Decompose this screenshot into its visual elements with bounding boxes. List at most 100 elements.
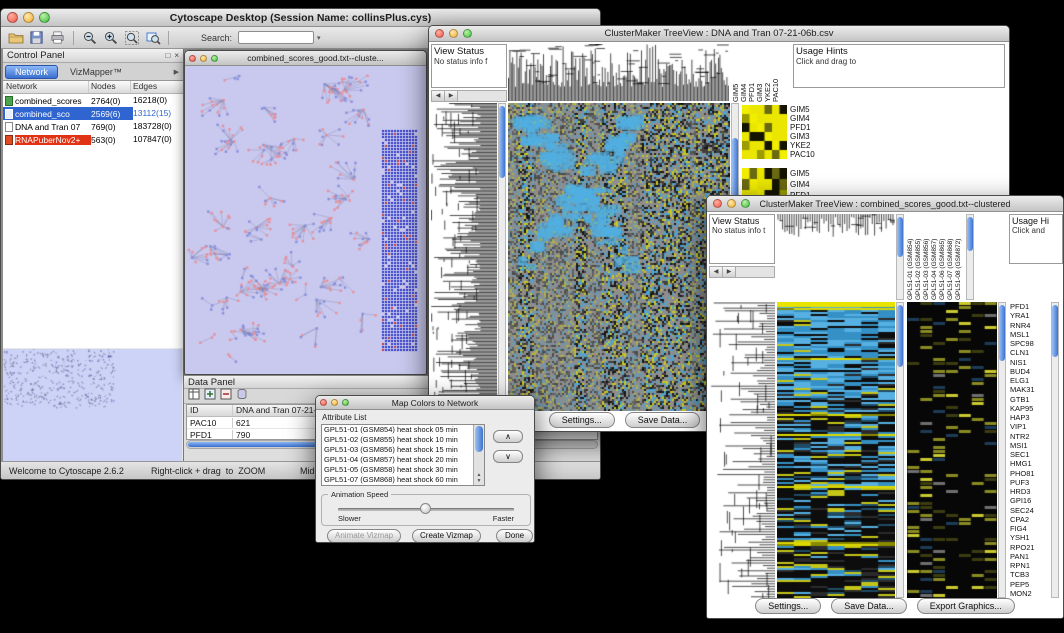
- gene-label[interactable]: MON2: [1010, 589, 1048, 598]
- gene-label[interactable]: CLN1: [1010, 348, 1048, 357]
- open-icon[interactable]: [6, 28, 25, 47]
- gene-label[interactable]: SEC24: [1010, 506, 1048, 515]
- close-button[interactable]: [7, 12, 18, 23]
- treeview-button[interactable]: Export Graphics...: [917, 598, 1015, 614]
- gene-label[interactable]: HAP3: [1010, 413, 1048, 422]
- dendrogram-hscrollbar[interactable]: ◀ ▶: [431, 90, 507, 102]
- treeview-button[interactable]: Save Data...: [831, 598, 907, 614]
- row-dendrogram[interactable]: [431, 103, 497, 411]
- zoom-heatmap-1[interactable]: [742, 105, 787, 159]
- move-up-button[interactable]: ∧: [493, 430, 523, 443]
- array-label[interactable]: GPL51-06 (GSM865): [939, 214, 947, 300]
- zoom-region-icon[interactable]: [143, 28, 162, 47]
- attribute-list-scrollbar[interactable]: ▲ ▼: [473, 425, 484, 485]
- gene-label[interactable]: GIM4: [790, 179, 826, 190]
- zoom-button[interactable]: [741, 199, 750, 208]
- scroll-right-icon[interactable]: ▶: [723, 267, 736, 277]
- select-attributes-icon[interactable]: [188, 387, 200, 405]
- array-label[interactable]: GPL51-01 (GSM854): [907, 214, 915, 300]
- treeview-button[interactable]: Settings...: [755, 598, 821, 614]
- dendrogram-vscrollbar[interactable]: [498, 103, 506, 411]
- gene-label[interactable]: YSH1: [1010, 533, 1048, 542]
- gene-label[interactable]: YRA1: [1010, 311, 1048, 320]
- zoom-out-icon[interactable]: [80, 28, 99, 47]
- vscrollbar-thumb[interactable]: [475, 426, 483, 452]
- gene-label[interactable]: BUD4: [1010, 367, 1048, 376]
- attribute-database-icon[interactable]: [236, 387, 248, 405]
- header-vscrollbar[interactable]: [896, 214, 904, 300]
- gene-label[interactable]: HRD3: [1010, 487, 1048, 496]
- create-attribute-icon[interactable]: [204, 387, 216, 405]
- tab-overflow-icon[interactable]: ▶: [174, 68, 181, 76]
- zoom-in-icon[interactable]: [101, 28, 120, 47]
- gene-label[interactable]: ELG1: [1010, 376, 1048, 385]
- header-vscrollbar-2[interactable]: [966, 214, 974, 300]
- search-dropdown-icon[interactable]: ▾: [317, 34, 321, 42]
- gene-label[interactable]: KAP95: [1010, 404, 1048, 413]
- scroll-left-icon[interactable]: ◀: [710, 267, 723, 277]
- column-header-network[interactable]: Network: [3, 81, 89, 93]
- column-header-edges[interactable]: Edges: [131, 81, 183, 93]
- zoom-fit-icon[interactable]: [122, 28, 141, 47]
- close-icon[interactable]: ×: [174, 51, 179, 60]
- gene-label[interactable]: GTB1: [1010, 395, 1048, 404]
- gene-label[interactable]: MSI1: [1010, 441, 1048, 450]
- gene-label[interactable]: NTR2: [1010, 432, 1048, 441]
- gene-label[interactable]: PUF3: [1010, 478, 1048, 487]
- close-button[interactable]: [320, 399, 327, 406]
- gene-label[interactable]: PAC10: [790, 150, 826, 159]
- gene-label[interactable]: CPA2: [1010, 515, 1048, 524]
- network-view-titlebar[interactable]: combined_scores_good.txt--cluste...: [185, 51, 426, 66]
- vscrollbar-thumb[interactable]: [999, 305, 1005, 361]
- attribute-item[interactable]: GPL51-04 (GSM857) heat shock 20 min: [322, 455, 473, 465]
- gene-label[interactable]: GPI16: [1010, 496, 1048, 505]
- minimize-button[interactable]: [727, 199, 736, 208]
- minimize-button[interactable]: [23, 12, 34, 23]
- map-dialog-titlebar[interactable]: Map Colors to Network: [316, 396, 534, 410]
- network-canvas[interactable]: [185, 66, 426, 374]
- gene-label[interactable]: GIM4: [790, 114, 826, 123]
- gene-label[interactable]: GIM3: [790, 132, 826, 141]
- gene-label[interactable]: PAN1: [1010, 552, 1048, 561]
- vscrollbar-thumb[interactable]: [897, 217, 903, 257]
- row-dendrogram[interactable]: [709, 302, 775, 598]
- attribute-item[interactable]: GPL51-02 (GSM855) heat shock 10 min: [322, 435, 473, 445]
- gene-label[interactable]: SPC98: [1010, 339, 1048, 348]
- column-dendrogram[interactable]: [508, 44, 729, 101]
- gene-label[interactable]: HMG1: [1010, 459, 1048, 468]
- close-button[interactable]: [713, 199, 722, 208]
- gene-label[interactable]: RNR4: [1010, 321, 1048, 330]
- array-label[interactable]: GPL51-03 (GSM856): [923, 214, 931, 300]
- treeview-button[interactable]: Settings...: [549, 412, 615, 428]
- hscrollbar-track[interactable]: [458, 91, 506, 101]
- scroll-down-icon[interactable]: ▼: [474, 478, 484, 484]
- treeview-dna-titlebar[interactable]: ClusterMaker TreeView : DNA and Tran 07-…: [429, 26, 1009, 42]
- close-button[interactable]: [435, 29, 444, 38]
- gene-label[interactable]: MSL1: [1010, 330, 1048, 339]
- minimize-button[interactable]: [200, 55, 207, 62]
- treeview-combined-titlebar[interactable]: ClusterMaker TreeView : combined_scores_…: [707, 196, 1063, 212]
- gene-label[interactable]: GIM5: [790, 105, 826, 114]
- treeview-button[interactable]: Save Data...: [625, 412, 701, 428]
- gene-label[interactable]: PHO81: [1010, 469, 1048, 478]
- close-button[interactable]: [189, 55, 196, 62]
- vscrollbar-thumb[interactable]: [967, 217, 973, 251]
- heatmap-main[interactable]: [777, 302, 895, 598]
- gene-label[interactable]: VIP1: [1010, 422, 1048, 431]
- create-vizmap-button[interactable]: Create Vizmap: [412, 529, 481, 543]
- column-header-id[interactable]: ID: [187, 405, 233, 416]
- gene-label[interactable]: FIG4: [1010, 524, 1048, 533]
- network-row[interactable]: DNA and Tran 07 769(0) 183728(0): [3, 120, 183, 133]
- network-row[interactable]: combined_sco 2569(6) 13112(15): [3, 107, 183, 120]
- delete-attribute-icon[interactable]: [220, 387, 232, 405]
- dendrogram-hscrollbar[interactable]: ◀ ▶: [709, 266, 775, 278]
- zoom-button[interactable]: [342, 399, 349, 406]
- zoom-button[interactable]: [463, 29, 472, 38]
- gene-label[interactable]: RPN1: [1010, 561, 1048, 570]
- zoom-button[interactable]: [211, 55, 218, 62]
- network-overview-thumbnail[interactable]: [3, 349, 182, 461]
- secondary-vscrollbar[interactable]: [998, 302, 1006, 598]
- speed-slider-thumb[interactable]: [420, 503, 431, 514]
- array-label[interactable]: GPL51-08 (GSM872): [955, 214, 963, 300]
- minimize-button[interactable]: [449, 29, 458, 38]
